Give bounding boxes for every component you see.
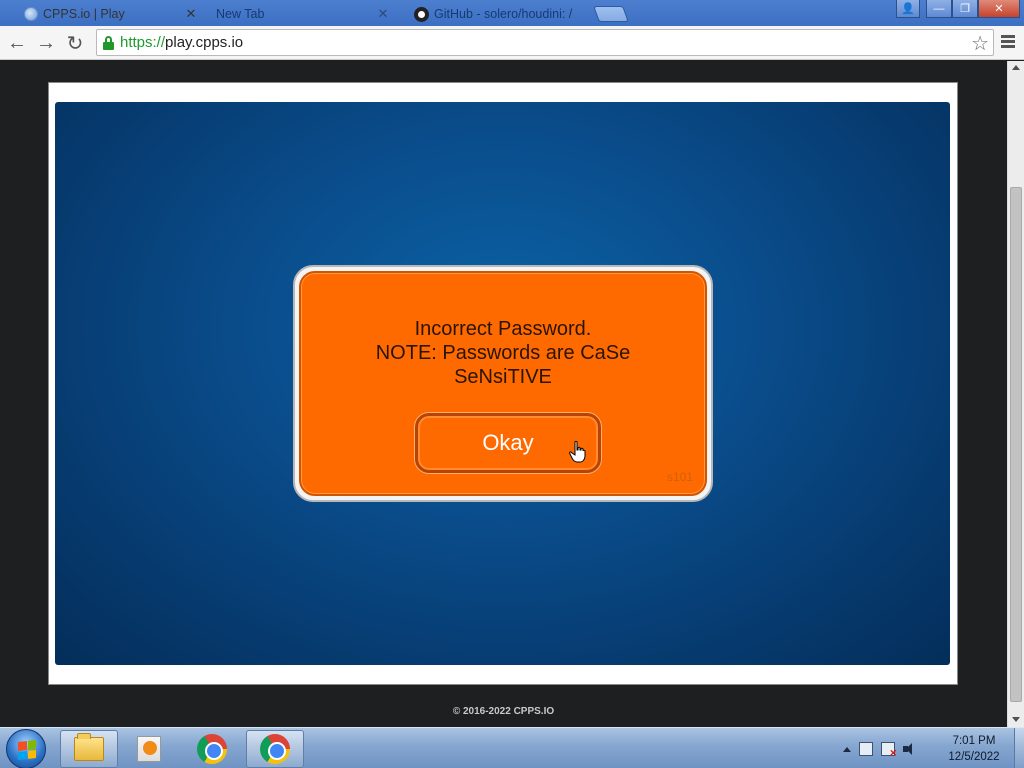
close-window-button[interactable]: ✕ (978, 0, 1020, 18)
volume-icon[interactable] (903, 742, 917, 756)
network-icon[interactable] (859, 742, 873, 756)
address-bar[interactable]: https://play.cpps.io ☆ (96, 29, 994, 56)
okay-button-label: Okay (482, 430, 534, 455)
page-viewport: Incorrect Password. NOTE: Passwords are … (0, 61, 1007, 727)
taskbar-clock[interactable]: 7:01 PM 12/5/2022 (940, 733, 1008, 765)
taskbar-chrome-active[interactable] (246, 730, 304, 768)
tab-github[interactable]: GitHub - solero/houdini: / (404, 2, 594, 26)
media-player-icon (137, 736, 161, 762)
minimize-icon: — (933, 2, 945, 15)
user-icon: 👤 (901, 3, 915, 15)
scroll-down-icon[interactable] (1012, 717, 1020, 722)
url-text: https://play.cpps.io (120, 34, 243, 51)
start-button[interactable] (6, 729, 46, 768)
error-message-line1: Incorrect Password. (414, 318, 592, 340)
maximize-button[interactable]: ❐ (952, 0, 978, 18)
error-dialog: Incorrect Password. NOTE: Passwords are … (293, 265, 713, 502)
scrollbar-thumb[interactable] (1010, 187, 1022, 702)
chrome-icon (197, 734, 227, 764)
taskbar-media-player[interactable] (120, 730, 178, 768)
browser-toolbar: ← → ↻ https://play.cpps.io ☆ (0, 26, 1024, 60)
reload-icon: ↻ (66, 32, 84, 55)
browser-menu-icon[interactable] (998, 33, 1018, 53)
tab-new-tab[interactable]: New Tab ✕ (206, 2, 396, 26)
system-tray (843, 738, 917, 760)
new-tab-button[interactable] (593, 6, 629, 22)
back-button[interactable]: ← (4, 30, 30, 56)
page-scrollbar[interactable] (1007, 61, 1024, 727)
show-desktop-button[interactable] (1014, 728, 1024, 768)
error-message-line2: NOTE: Passwords are CaSe (375, 342, 631, 364)
error-message-line3: SeNsiTIVE (454, 366, 552, 388)
windows-logo-icon (18, 740, 36, 760)
clock-date: 12/5/2022 (948, 751, 1000, 763)
error-message: Incorrect Password. NOTE: Passwords are … (301, 317, 705, 389)
show-hidden-icons-icon[interactable] (843, 746, 851, 752)
hand-cursor-icon (569, 441, 586, 463)
footer-copyright: © 2016-2022 CPPS.IO (452, 706, 555, 717)
tab-close-icon[interactable]: ✕ (184, 6, 198, 22)
tab-close-icon[interactable]: ✕ (376, 6, 390, 22)
maximize-icon: ❐ (960, 3, 970, 15)
globe-icon (24, 7, 38, 21)
bookmark-star-icon[interactable]: ☆ (971, 31, 989, 56)
url-host: play.cpps.io (165, 34, 244, 51)
chrome-icon (260, 734, 290, 764)
github-icon (414, 6, 429, 22)
taskbar-explorer[interactable] (60, 730, 118, 768)
error-code: s101 (666, 470, 693, 484)
game-stage: Incorrect Password. NOTE: Passwords are … (55, 102, 950, 665)
url-scheme: https:// (120, 34, 166, 51)
arrow-left-icon: ← (7, 31, 27, 54)
windows-taskbar: 7:01 PM 12/5/2022 (0, 727, 1024, 768)
arrow-right-icon: → (36, 31, 56, 54)
scroll-up-icon[interactable] (1012, 65, 1020, 70)
taskbar-chrome[interactable] (183, 730, 241, 768)
lock-icon (103, 36, 114, 50)
tab-cpps-play[interactable]: CPPS.io | Play ✕ (14, 2, 204, 26)
browser-titlebar: CPPS.io | Play ✕ New Tab ✕ GitHub - sole… (0, 0, 1024, 26)
tab-title: CPPS.io | Play (43, 7, 125, 21)
close-icon: ✕ (994, 3, 1004, 15)
reload-button[interactable]: ↻ (62, 30, 88, 56)
game-frame: Incorrect Password. NOTE: Passwords are … (48, 82, 958, 685)
user-profile-button[interactable]: 👤 (896, 0, 920, 18)
folder-icon (74, 733, 104, 761)
clock-time: 7:01 PM (952, 735, 996, 747)
forward-button[interactable]: → (33, 30, 59, 56)
error-dialog-panel: Incorrect Password. NOTE: Passwords are … (299, 271, 707, 496)
tab-title: New Tab (216, 7, 265, 21)
action-center-flag-icon[interactable] (881, 742, 897, 759)
minimize-button[interactable]: — (926, 0, 952, 18)
tab-title: GitHub - solero/houdini: / (434, 7, 573, 21)
